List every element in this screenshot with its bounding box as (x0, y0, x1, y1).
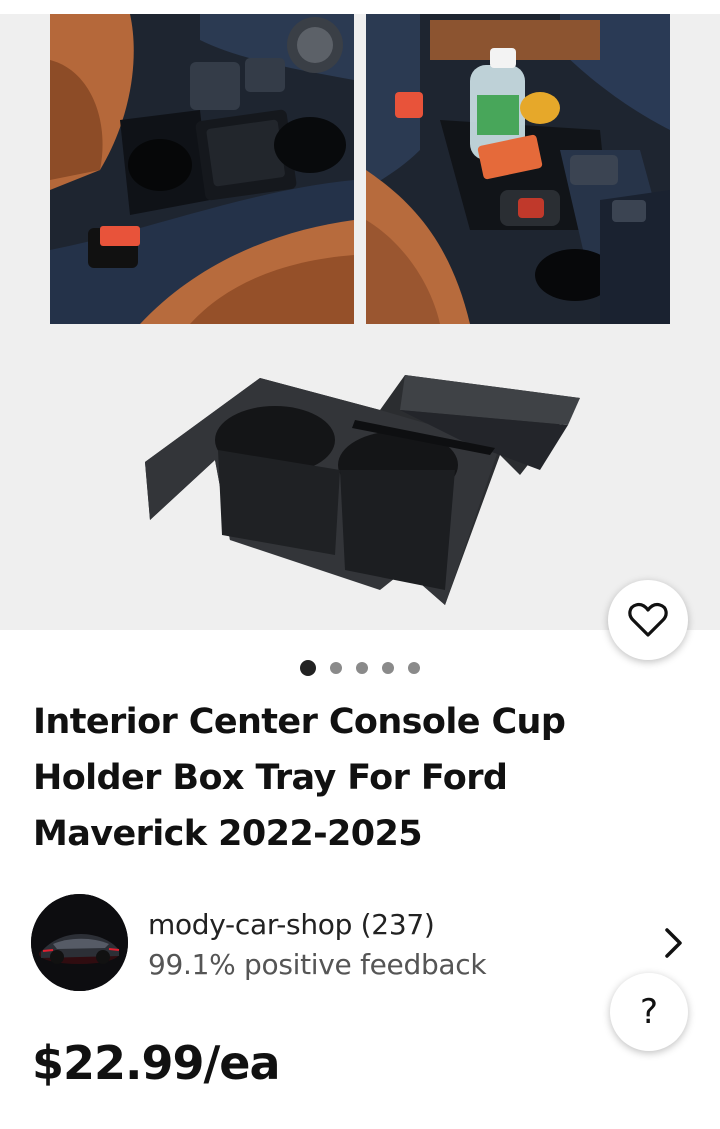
gallery-dot[interactable] (408, 662, 420, 674)
gallery-dot[interactable] (382, 662, 394, 674)
seller-name[interactable]: mody-car-shop (237) (148, 908, 435, 941)
gallery-dot[interactable] (330, 662, 342, 674)
product-photo-right[interactable] (366, 14, 670, 324)
gallery-pagination (0, 658, 720, 678)
listing-price: $22.99/ea (32, 1036, 281, 1090)
help-button[interactable]: ? (610, 973, 688, 1051)
gallery-dot[interactable] (356, 662, 368, 674)
seller-info-row[interactable]: mody-car-shop (237) 99.1% positive feedb… (0, 890, 720, 1000)
gallery-dot[interactable] (300, 660, 316, 676)
listing-title: Interior Center Console Cup Holder Box T… (33, 702, 566, 854)
watch-heart-button[interactable] (608, 580, 688, 660)
seller-feedback: 99.1% positive feedback (148, 948, 487, 981)
gallery-images (0, 0, 720, 605)
product-image-gallery[interactable] (0, 0, 720, 630)
seller-avatar (31, 894, 128, 991)
chevron-right-icon[interactable] (658, 926, 688, 960)
product-photo-left[interactable] (50, 14, 354, 324)
heart-icon (628, 602, 668, 637)
product-photo-tray[interactable] (145, 375, 580, 605)
